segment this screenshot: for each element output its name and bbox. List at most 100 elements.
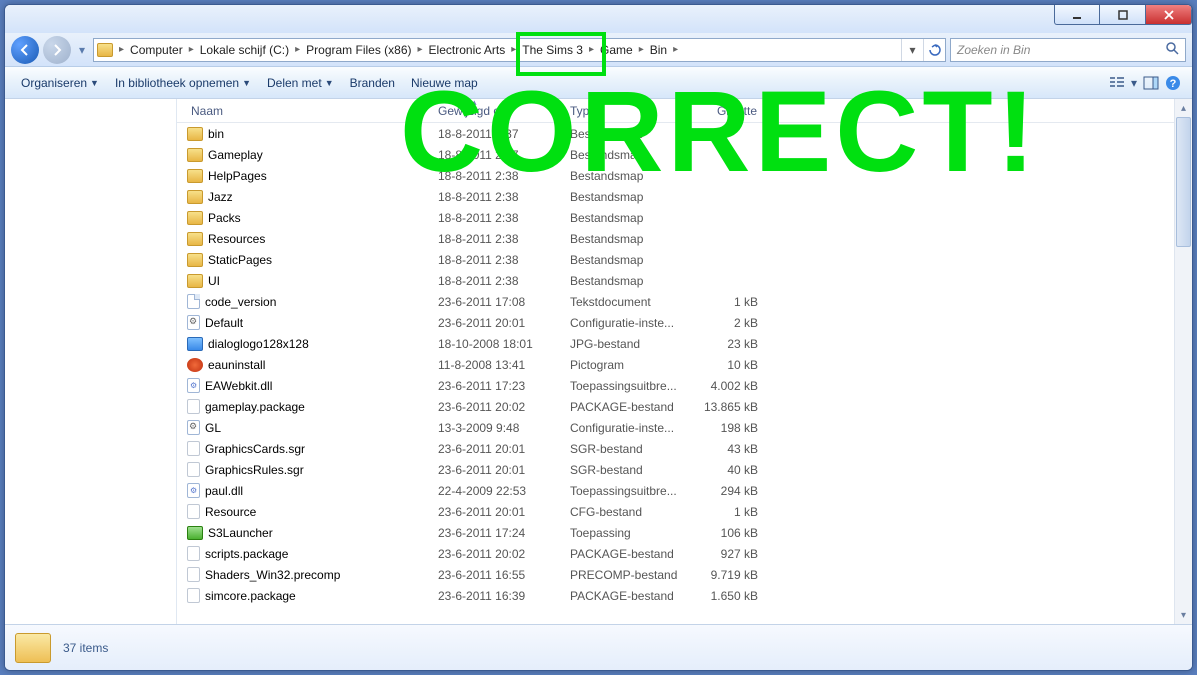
breadcrumb-separator-icon[interactable]: ▸	[117, 44, 126, 55]
file-row[interactable]: Default23-6-2011 20:01Configuratie-inste…	[177, 312, 1174, 333]
file-list: Naam ▴ Gewijzigd op Type Grootte bin18-8…	[177, 99, 1174, 624]
breadcrumb-separator-icon[interactable]: ▸	[293, 44, 302, 55]
file-row[interactable]: Shaders_Win32.precomp23-6-2011 16:55PREC…	[177, 564, 1174, 585]
breadcrumb-separator-icon[interactable]: ▸	[416, 44, 425, 55]
file-row[interactable]: S3Launcher23-6-2011 17:24Toepassing106 k…	[177, 522, 1174, 543]
file-name: Gameplay	[208, 148, 263, 162]
file-row[interactable]: GraphicsRules.sgr23-6-2011 20:01SGR-best…	[177, 459, 1174, 480]
column-type[interactable]: Type	[564, 99, 694, 122]
file-type: PACKAGE-bestand	[564, 589, 694, 603]
file-row[interactable]: eauninstall11-8-2008 13:41Pictogram10 kB	[177, 354, 1174, 375]
file-date: 18-10-2008 18:01	[432, 337, 564, 351]
file-name: UI	[208, 274, 220, 288]
file-date: 23-6-2011 20:01	[432, 316, 564, 330]
file-icon	[187, 504, 200, 519]
breadcrumb-separator-icon[interactable]: ▸	[637, 44, 646, 55]
file-row[interactable]: gameplay.package23-6-2011 20:02PACKAGE-b…	[177, 396, 1174, 417]
explorer-window: ▾ ▸ Computer ▸ Lokale schijf (C:) ▸ Prog…	[4, 4, 1193, 671]
file-icon	[187, 567, 200, 582]
scroll-up-button[interactable]: ▴	[1175, 99, 1192, 117]
file-name: GL	[205, 421, 221, 435]
close-button[interactable]	[1146, 5, 1192, 25]
file-type: Bestandsmap	[564, 211, 694, 225]
file-size: 106 kB	[694, 526, 764, 540]
file-name: EAWebkit.dll	[205, 379, 272, 393]
file-row[interactable]: paul.dll22-4-2009 22:53Toepassingsuitbre…	[177, 480, 1174, 501]
file-type: Bestandsmap	[564, 169, 694, 183]
file-row[interactable]: scripts.package23-6-2011 20:02PACKAGE-be…	[177, 543, 1174, 564]
column-size[interactable]: Grootte	[694, 99, 764, 122]
breadcrumb-ea[interactable]: Electronic Arts	[425, 39, 510, 61]
burn-button[interactable]: Branden	[342, 67, 403, 99]
file-row[interactable]: bin18-8-2011 2:37Bestandsmap	[177, 123, 1174, 144]
breadcrumb-separator-icon[interactable]: ▸	[671, 44, 680, 55]
file-type: PRECOMP-bestand	[564, 568, 694, 582]
breadcrumb-sims3[interactable]: The Sims 3	[518, 39, 587, 61]
file-type: Toepassingsuitbre...	[564, 484, 694, 498]
nav-history-dropdown[interactable]: ▾	[75, 39, 89, 61]
breadcrumb-computer[interactable]: Computer	[126, 39, 187, 61]
scroll-track[interactable]	[1175, 117, 1192, 606]
file-row[interactable]: GraphicsCards.sgr23-6-2011 20:01SGR-best…	[177, 438, 1174, 459]
file-row[interactable]: Gameplay 18-8-2011 2:37Bestandsmap	[177, 144, 1174, 165]
file-row[interactable]: GL13-3-2009 9:48Configuratie-inste...198…	[177, 417, 1174, 438]
file-row[interactable]: Jazz18-8-2011 2:38Bestandsmap	[177, 186, 1174, 207]
view-options-button[interactable]	[1106, 72, 1128, 94]
file-row[interactable]: EAWebkit.dll23-6-2011 17:23Toepassingsui…	[177, 375, 1174, 396]
file-type: PACKAGE-bestand	[564, 400, 694, 414]
navigation-pane[interactable]	[5, 99, 177, 624]
file-date: 18-8-2011 2:37	[432, 148, 564, 162]
breadcrumb-drive[interactable]: Lokale schijf (C:)	[196, 39, 293, 61]
file-name: Jazz	[208, 190, 233, 204]
refresh-button[interactable]	[923, 39, 945, 61]
address-dropdown-button[interactable]: ▾	[901, 39, 923, 61]
file-date: 23-6-2011 17:24	[432, 526, 564, 540]
column-headers: Naam ▴ Gewijzigd op Type Grootte	[177, 99, 1174, 123]
file-row[interactable]: UI18-8-2011 2:38Bestandsmap	[177, 270, 1174, 291]
breadcrumb-separator-icon[interactable]: ▸	[587, 44, 596, 55]
file-type: Bestandsmap	[564, 274, 694, 288]
file-row[interactable]: code_version23-6-2011 17:08Tekstdocument…	[177, 291, 1174, 312]
view-dropdown-button[interactable]: ▾	[1128, 72, 1140, 94]
include-library-menu[interactable]: In bibliotheek opnemen▼	[107, 67, 259, 99]
file-row[interactable]: Packs18-8-2011 2:38Bestandsmap	[177, 207, 1174, 228]
scroll-thumb[interactable]	[1176, 117, 1191, 247]
help-button[interactable]: ?	[1162, 72, 1184, 94]
address-bar[interactable]: ▸ Computer ▸ Lokale schijf (C:) ▸ Progra…	[93, 38, 946, 62]
column-name[interactable]: Naam	[177, 99, 432, 122]
breadcrumb-programfiles[interactable]: Program Files (x86)	[302, 39, 415, 61]
minimize-button[interactable]	[1054, 5, 1100, 25]
file-date: 22-4-2009 22:53	[432, 484, 564, 498]
maximize-button[interactable]	[1100, 5, 1146, 25]
breadcrumb-separator-icon[interactable]: ▸	[187, 44, 196, 55]
file-type: Bestandsmap	[564, 253, 694, 267]
file-row[interactable]: HelpPages18-8-2011 2:38Bestandsmap	[177, 165, 1174, 186]
file-size: 2 kB	[694, 316, 764, 330]
search-icon	[1165, 41, 1179, 58]
organize-menu[interactable]: Organiseren▼	[13, 67, 107, 99]
breadcrumb-separator-icon[interactable]: ▸	[509, 44, 518, 55]
breadcrumb-bin[interactable]: Bin	[646, 39, 671, 61]
column-date[interactable]: Gewijzigd op	[432, 99, 564, 122]
file-name: HelpPages	[208, 169, 267, 183]
file-row[interactable]: Resources18-8-2011 2:38Bestandsmap	[177, 228, 1174, 249]
file-icon	[187, 169, 203, 183]
file-name: scripts.package	[205, 547, 288, 561]
breadcrumb-game[interactable]: Game	[596, 39, 637, 61]
search-box[interactable]: Zoeken in Bin	[950, 38, 1186, 62]
file-type: Configuratie-inste...	[564, 421, 694, 435]
file-row[interactable]: dialoglogo128x12818-10-2008 18:01JPG-bes…	[177, 333, 1174, 354]
file-type: Bestandsmap	[564, 148, 694, 162]
file-row[interactable]: Resource23-6-2011 20:01CFG-bestand1 kB	[177, 501, 1174, 522]
forward-button[interactable]	[43, 36, 71, 64]
file-row[interactable]: StaticPages18-8-2011 2:38Bestandsmap	[177, 249, 1174, 270]
new-folder-button[interactable]: Nieuwe map	[403, 67, 486, 99]
back-button[interactable]	[11, 36, 39, 64]
scroll-down-button[interactable]: ▾	[1175, 606, 1192, 624]
share-menu[interactable]: Delen met▼	[259, 67, 342, 99]
vertical-scrollbar[interactable]: ▴ ▾	[1174, 99, 1192, 624]
file-type: Bestandsmap	[564, 190, 694, 204]
preview-pane-button[interactable]	[1140, 72, 1162, 94]
file-size: 198 kB	[694, 421, 764, 435]
file-row[interactable]: simcore.package23-6-2011 16:39PACKAGE-be…	[177, 585, 1174, 606]
